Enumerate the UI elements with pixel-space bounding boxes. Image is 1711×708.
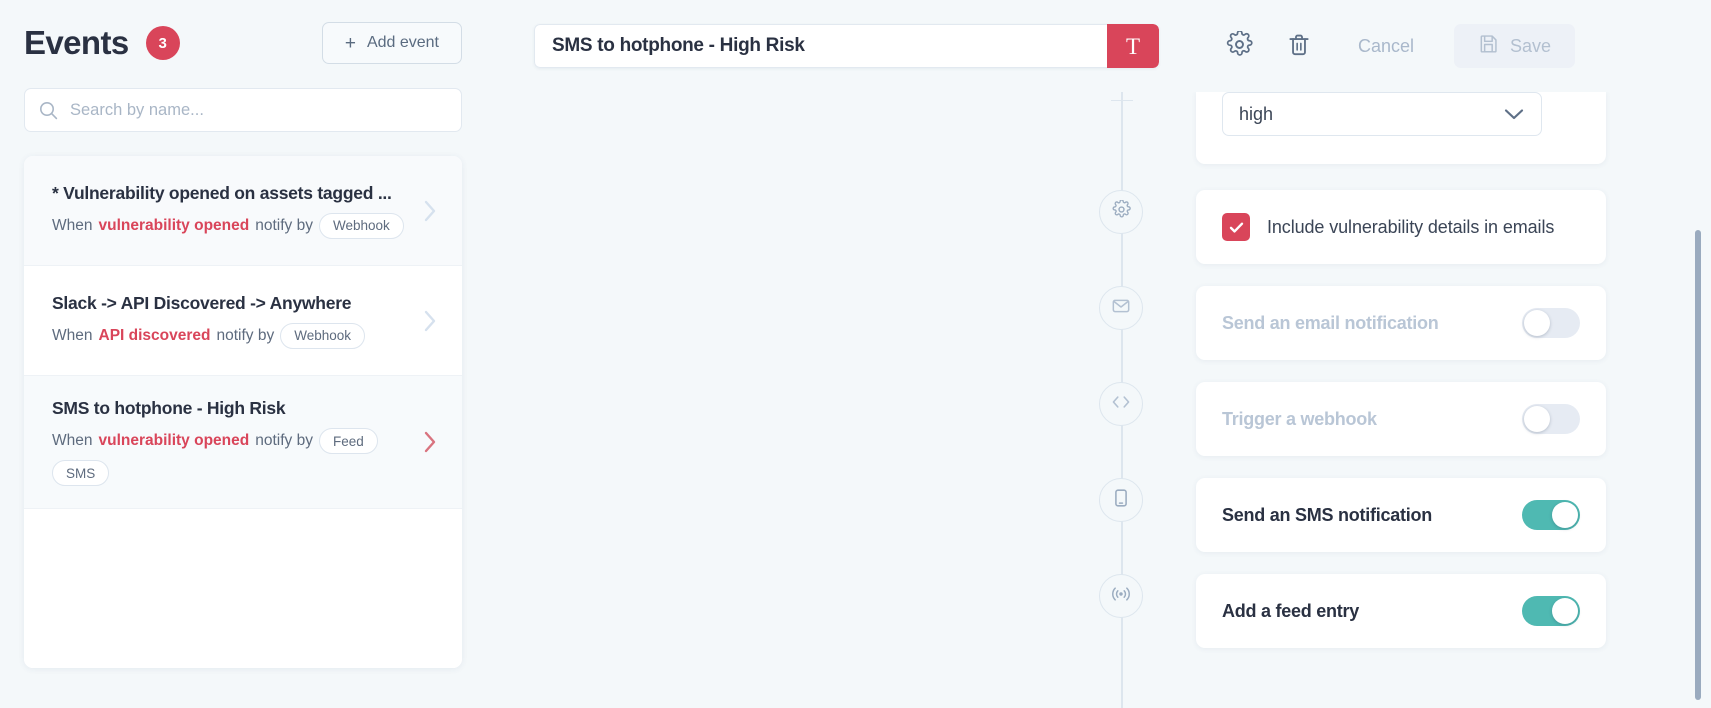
event-name: * Vulnerability opened on assets tagged … (52, 182, 392, 203)
scrollbar-thumb[interactable] (1695, 230, 1701, 700)
save-icon (1478, 33, 1499, 59)
event-title-field-group: T (534, 24, 1159, 68)
search-icon (39, 101, 58, 120)
events-count-badge: 3 (145, 26, 180, 60)
app-root: Events 3 + Add event * Vulnerability ope… (0, 0, 1711, 708)
timeline-node-phone (1099, 478, 1143, 522)
event-item-content: SMS to hotphone - High Risk When vulnera… (52, 398, 409, 486)
save-label: Save (1510, 35, 1552, 56)
severity-select[interactable]: high (1222, 92, 1542, 136)
when-prefix: When (52, 216, 93, 234)
chevron-right-icon (423, 309, 438, 333)
trash-icon (1286, 32, 1312, 61)
notify-prefix: notify by (255, 216, 313, 234)
feed-entry-card: Add a feed entry (1196, 574, 1606, 648)
actions-timeline: high Include vulnerability details in em… (508, 92, 1711, 708)
plus-icon: + (344, 32, 356, 54)
sidebar-header: Events 3 + Add event (0, 0, 508, 70)
toggle-knob (1524, 310, 1550, 336)
event-name: Slack -> API Discovered -> Anywhere (52, 292, 352, 313)
timeline-node-envelope (1099, 286, 1143, 330)
when-prefix: When (52, 326, 93, 344)
sms-notification-card: Send an SMS notification (1196, 478, 1606, 552)
gear-icon (1226, 30, 1253, 61)
timeline-node-code (1099, 382, 1143, 426)
feed-entry-label: Add a feed entry (1222, 600, 1360, 621)
webhook-label: Trigger a webhook (1222, 408, 1377, 429)
channel-chip: Webhook (280, 322, 366, 349)
include-details-checkbox[interactable] (1222, 213, 1250, 241)
event-description: When API discovered notify by Webhook (52, 322, 409, 349)
severity-card: high (1196, 92, 1606, 164)
search-input[interactable] (70, 100, 447, 120)
text-format-button[interactable]: T (1107, 24, 1159, 68)
cancel-button[interactable]: Cancel (1344, 28, 1428, 65)
list-item[interactable]: * Vulnerability opened on assets tagged … (24, 156, 462, 266)
email-notification-card: Send an email notification (1196, 286, 1606, 360)
feed-entry-toggle[interactable] (1522, 596, 1580, 626)
channel-chip: Feed (318, 428, 378, 454)
page-title: Events (24, 24, 129, 61)
toggle-knob (1552, 598, 1578, 624)
event-name: SMS to hotphone - High Risk (52, 398, 286, 418)
list-item[interactable]: Slack -> API Discovered -> Anywhere When… (24, 266, 462, 376)
chevron-right-icon (423, 430, 438, 454)
when-prefix: When (52, 432, 93, 449)
channel-chip: SMS (52, 460, 110, 486)
envelope-icon (1111, 296, 1131, 321)
severity-select-value: high (1239, 103, 1274, 124)
events-sidebar: Events 3 + Add event * Vulnerability ope… (0, 0, 508, 708)
include-details-row: Include vulnerability details in emails (534, 190, 1711, 264)
chevron-right-icon (423, 199, 438, 223)
toggle-knob (1524, 406, 1550, 432)
email-notification-toggle[interactable] (1522, 308, 1580, 338)
webhook-toggle[interactable] (1522, 404, 1580, 434)
toggle-knob (1552, 502, 1578, 528)
event-description: When vulnerability opened notify by Webh… (52, 212, 409, 239)
include-details-label: Include vulnerability details in emails (1267, 216, 1555, 237)
event-trigger: vulnerability opened (98, 216, 250, 234)
feed-entry-row: Add a feed entry (534, 574, 1711, 648)
event-detail-panel: T (508, 0, 1711, 708)
detail-toolbar: T (508, 0, 1711, 92)
delete-button[interactable] (1276, 23, 1322, 69)
save-button[interactable]: Save (1454, 24, 1576, 68)
list-empty-space (24, 509, 462, 668)
sms-notification-toggle[interactable] (1522, 500, 1580, 530)
event-item-content: Slack -> API Discovered -> Anywhere When… (52, 293, 409, 349)
add-event-button[interactable]: + Add event (321, 22, 462, 64)
timeline-node-broadcast (1099, 574, 1143, 618)
event-trigger: API discovered (98, 326, 211, 344)
search-box[interactable] (24, 88, 462, 132)
list-item[interactable]: SMS to hotphone - High Risk When vulnera… (24, 376, 462, 509)
include-details-card: Include vulnerability details in emails (1196, 190, 1606, 264)
chevron-down-icon (1503, 107, 1525, 121)
email-notification-label: Send an email notification (1222, 312, 1439, 333)
event-item-content: * Vulnerability opened on assets tagged … (52, 183, 409, 239)
timeline-node-gear (1099, 190, 1143, 234)
event-description: When vulnerability opened notify by Feed… (52, 428, 409, 486)
events-list: * Vulnerability opened on assets tagged … (24, 156, 462, 668)
broadcast-icon (1110, 584, 1132, 609)
webhook-card: Trigger a webhook (1196, 382, 1606, 456)
webhook-row: Trigger a webhook (534, 382, 1711, 456)
phone-icon (1112, 488, 1130, 513)
notify-prefix: notify by (255, 432, 313, 449)
event-trigger: vulnerability opened (98, 432, 250, 449)
sms-notification-row: Send an SMS notification (534, 478, 1711, 552)
code-icon (1110, 393, 1132, 416)
gear-icon (1112, 199, 1131, 224)
event-title-input[interactable] (534, 24, 1107, 68)
notify-prefix: notify by (216, 326, 275, 344)
settings-button[interactable] (1216, 23, 1262, 69)
sms-notification-label: Send an SMS notification (1222, 504, 1433, 525)
detail-scrollbar[interactable] (1693, 92, 1703, 708)
channel-chip: Webhook (318, 212, 404, 239)
email-notification-row: Send an email notification (534, 286, 1711, 360)
severity-row: high (534, 92, 1711, 164)
add-event-label: Add event (366, 34, 439, 51)
